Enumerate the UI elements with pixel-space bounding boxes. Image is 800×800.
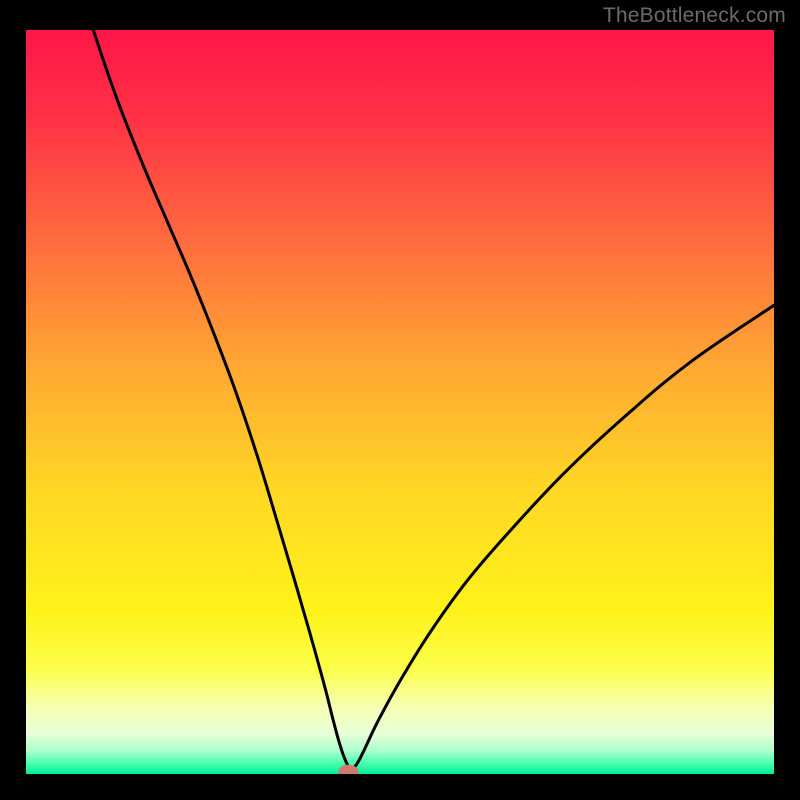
gradient-background: [26, 30, 774, 774]
plot-area: [26, 30, 774, 774]
chart-container: TheBottleneck.com: [0, 0, 800, 800]
plot-svg: [26, 30, 774, 774]
watermark-text: TheBottleneck.com: [603, 4, 786, 28]
